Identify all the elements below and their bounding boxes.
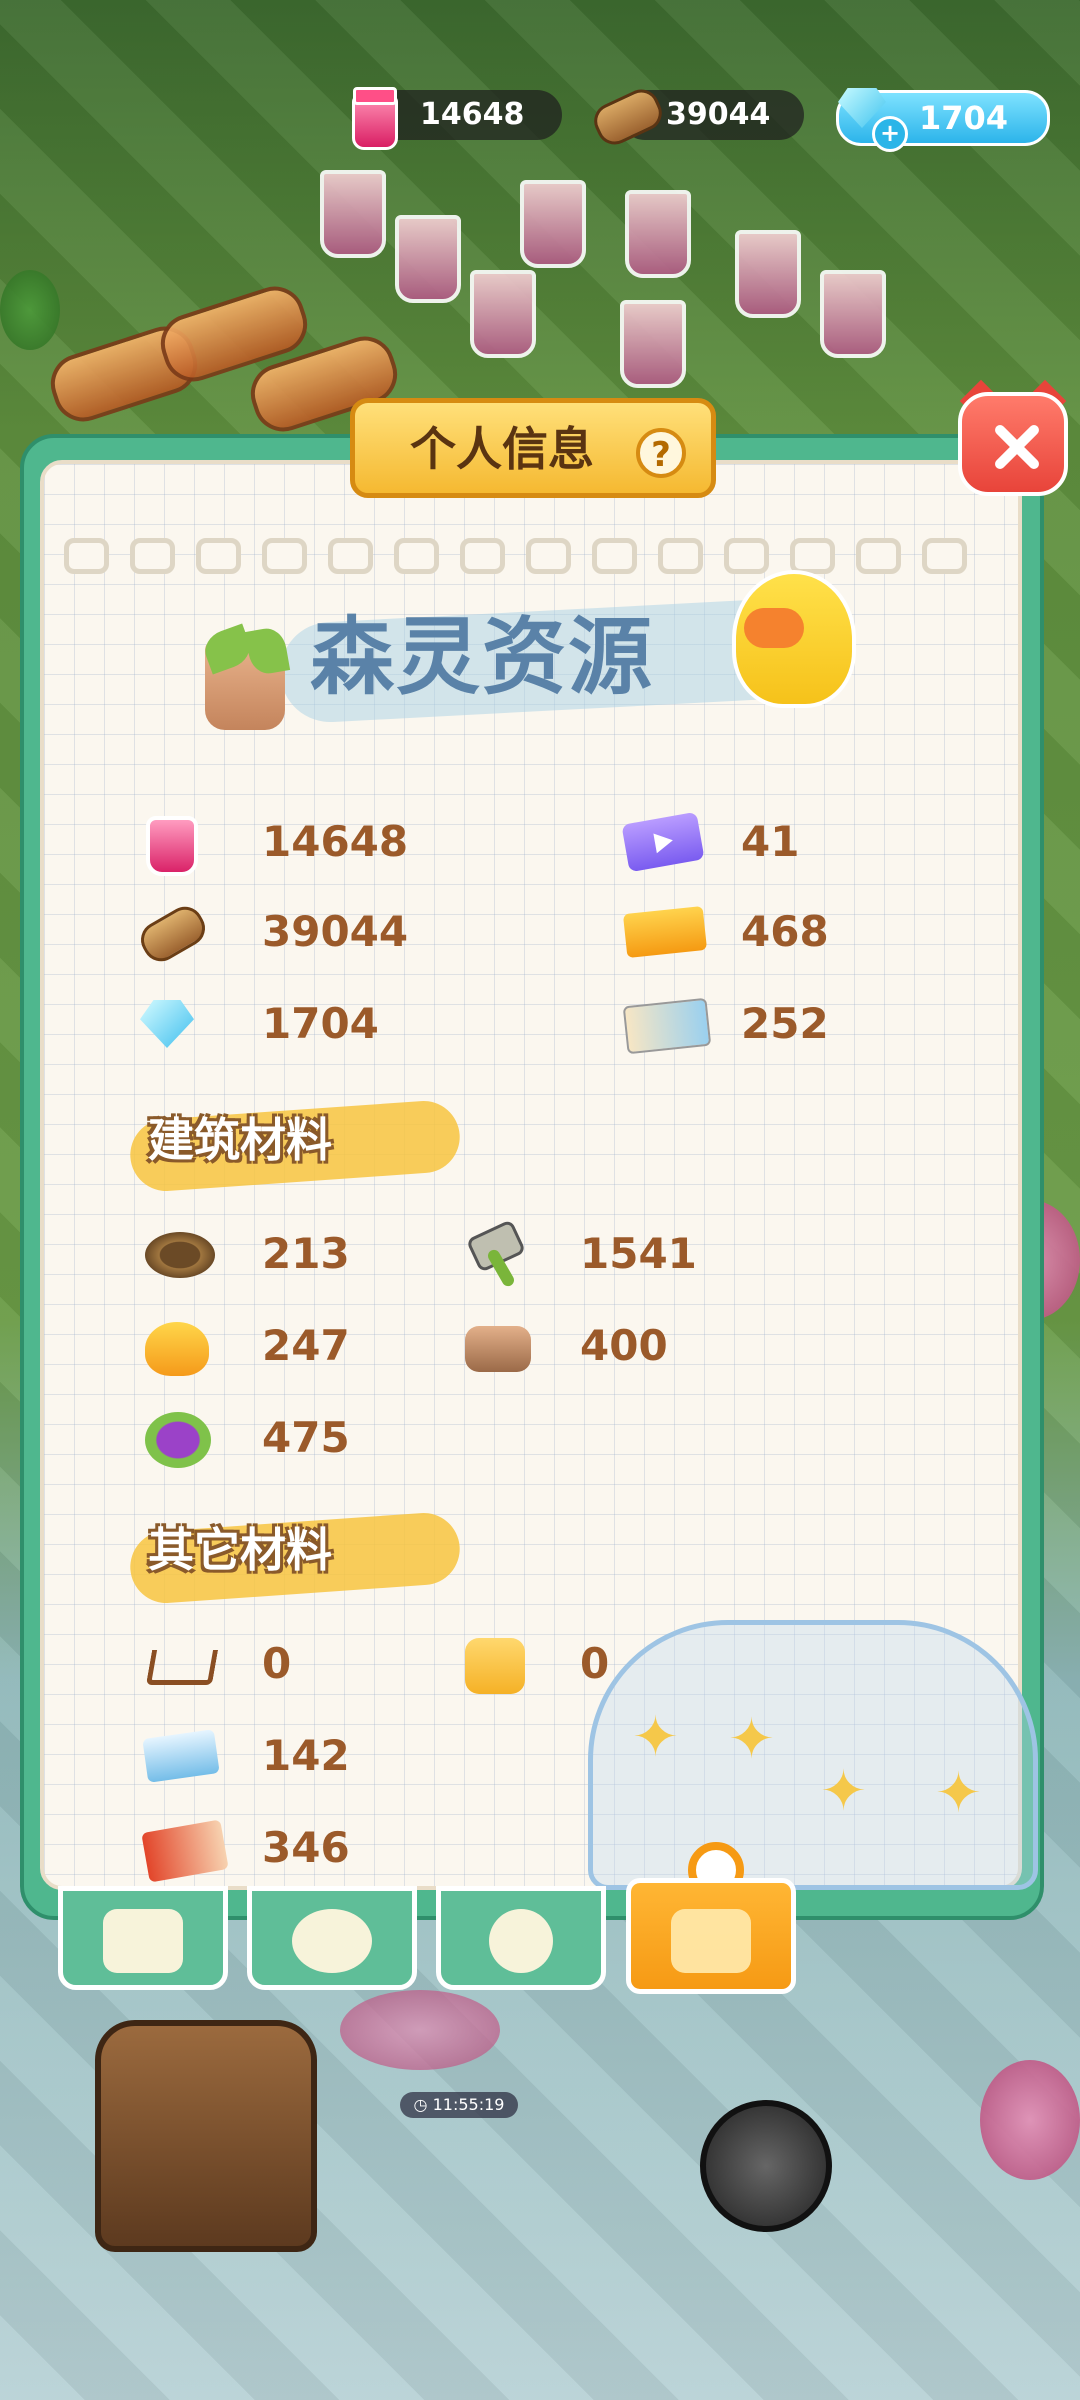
sparkle-icon: ✦: [632, 1705, 679, 1770]
sparkle-icon: ✦: [728, 1707, 775, 1772]
jam-count: 14648: [420, 97, 525, 132]
drink-cup-decoration: [470, 270, 536, 358]
resource-value: 252: [741, 999, 829, 1048]
material-value: 213: [262, 1229, 350, 1278]
gem-count: 1704: [919, 99, 1009, 137]
material-value: 475: [262, 1413, 350, 1462]
resource-value: 468: [741, 907, 829, 956]
clock-icon: ◷: [413, 2095, 428, 2114]
drink-cup-decoration: [395, 215, 461, 303]
resource-gold-ticket: 468: [622, 902, 925, 962]
tab-profile[interactable]: [58, 1886, 228, 1990]
drink-cup-decoration: [820, 270, 886, 358]
resource-value: 1704: [262, 999, 379, 1048]
stone-icon: [465, 1326, 531, 1372]
material-value: 142: [262, 1731, 350, 1780]
material-value: 247: [262, 1321, 350, 1370]
close-button[interactable]: [958, 392, 1068, 496]
hammer-icon: [465, 1224, 525, 1284]
help-button[interactable]: ?: [636, 428, 686, 478]
resource-value: 14648: [262, 817, 409, 866]
material-value: 400: [580, 1321, 668, 1370]
material-value: 346: [262, 1823, 350, 1872]
bag-icon: [465, 1638, 525, 1694]
other-materials-heading: 其它材料: [148, 1523, 332, 1577]
add-gems-button[interactable]: +: [872, 116, 908, 152]
wooden-well-building: [95, 2020, 317, 2252]
resource-value: 39044: [262, 907, 409, 956]
notebook-holes: [64, 538, 1024, 578]
material-bag: 0: [465, 1634, 665, 1694]
material-value: 0: [262, 1639, 292, 1688]
panel-title: 个人信息: [410, 422, 594, 476]
nest-icon: [145, 1232, 215, 1278]
orange-fruit-icon: [145, 1322, 209, 1376]
sparkle-icon: ✦: [935, 1761, 982, 1826]
material-card-pack: 346: [141, 1818, 445, 1883]
card-pack-icon: [141, 1819, 229, 1883]
resource-paper-ticket: 252: [622, 994, 925, 1055]
gold-ticket-icon: [622, 905, 708, 959]
material-nest: 213: [145, 1224, 445, 1284]
drink-cup-decoration: [320, 170, 386, 258]
flower-tree-decoration: [340, 1990, 500, 2070]
wood-count: 39044: [666, 97, 771, 132]
sparkle-icon: ✦: [820, 1759, 867, 1824]
tab-resources[interactable]: [626, 1878, 796, 1994]
resource-wood: 39044: [134, 900, 440, 968]
film-camera-building: [700, 2100, 832, 2232]
purple-fruit-icon: [145, 1412, 211, 1468]
material-purple-fruit: 475: [145, 1408, 445, 1468]
video-ticket-icon: [621, 811, 705, 873]
jam-jar-icon: [146, 816, 198, 876]
drink-cup-decoration: [620, 300, 686, 388]
material-hanger: 0: [145, 1634, 445, 1694]
building-materials-heading: 建筑材料: [148, 1113, 332, 1167]
material-value: 1541: [580, 1229, 697, 1278]
gem-icon: [140, 1000, 194, 1048]
plane-ticket-icon: [142, 1729, 220, 1783]
tab-settings[interactable]: [436, 1886, 606, 1990]
material-stone: 400: [465, 1316, 765, 1376]
badge-icon: [292, 1909, 372, 1973]
drink-cup-decoration: [625, 190, 691, 278]
drink-cup-decoration: [520, 180, 586, 268]
build-timer: ◷ 11:55:19: [400, 2092, 518, 2118]
wood-log-icon: [134, 900, 212, 968]
flower-tree-decoration: [980, 2060, 1080, 2180]
material-plane-ticket: 142: [142, 1726, 445, 1786]
hanger-icon: [145, 1634, 209, 1690]
resource-jam: 14648: [140, 812, 440, 876]
material-value: 0: [580, 1639, 610, 1688]
duck-beak-icon: [744, 608, 804, 648]
cat-profile-icon: [103, 1909, 183, 1973]
paper-ticket-icon: [622, 997, 712, 1055]
settings-gear-icon: [489, 1909, 553, 1973]
timer-text: 11:55:19: [432, 2095, 505, 2114]
resource-video-ticket: 41: [621, 811, 925, 873]
resource-value: 41: [741, 817, 800, 866]
material-hammer: 1541: [465, 1224, 765, 1284]
jam-jar-icon: [352, 87, 398, 150]
tab-badges[interactable]: [247, 1886, 417, 1990]
resources-bag-icon: [671, 1909, 751, 1973]
resources-heading: 森灵资源: [310, 608, 655, 706]
drink-cup-decoration: [735, 230, 801, 318]
material-orange-fruit: 247: [145, 1316, 445, 1376]
resource-gems: 1704: [140, 994, 440, 1054]
bush-decoration: [0, 270, 60, 350]
